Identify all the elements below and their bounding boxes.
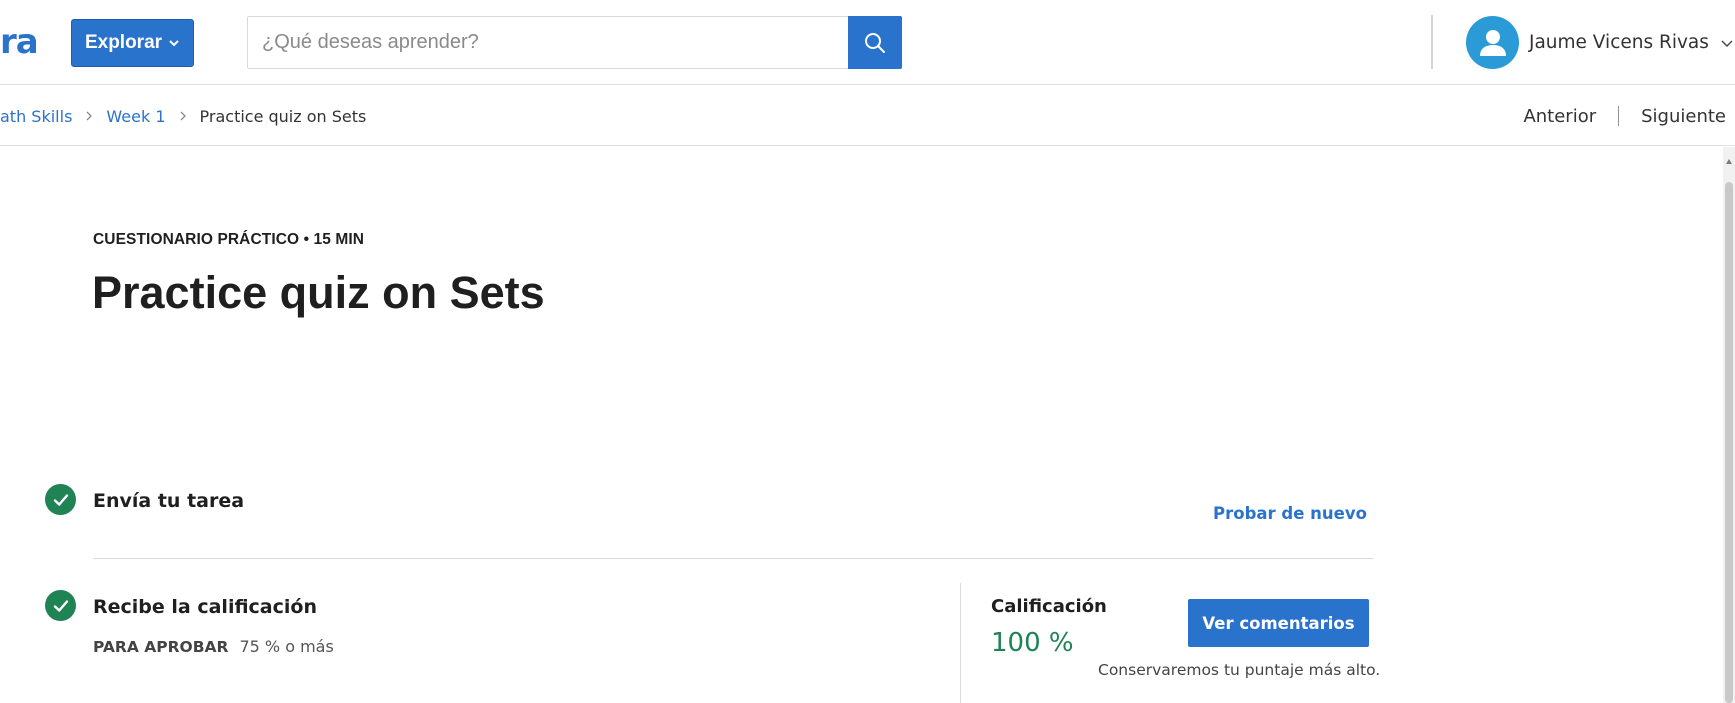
next-link[interactable]: Siguiente [1641, 106, 1726, 127]
pager: Anterior Siguiente [1523, 86, 1726, 146]
search-button[interactable] [848, 16, 902, 69]
top-header: ra Explorar Jaume Vicens Rivas [0, 0, 1735, 85]
grade-label: Calificación [991, 596, 1107, 617]
chevron-down-icon [169, 40, 179, 47]
breadcrumb-course[interactable]: ath Skills [0, 107, 72, 126]
breadcrumb-current: Practice quiz on Sets [199, 106, 367, 126]
user-icon [1479, 29, 1506, 56]
breadcrumb-week[interactable]: Week 1 [106, 107, 165, 126]
chevron-right-icon [180, 111, 186, 121]
breadcrumb-bar: ath Skills Week 1 Practice quiz on Sets … [0, 86, 1735, 146]
avatar[interactable] [1466, 16, 1519, 69]
pass-requirement: PARA APROBAR 75 % o más [93, 637, 334, 656]
search-bar [247, 16, 902, 69]
explore-button[interactable]: Explorar [71, 19, 194, 67]
checkmark-icon [53, 493, 68, 506]
pager-divider [1618, 106, 1620, 126]
previous-link[interactable]: Anterior [1523, 106, 1596, 127]
check-icon [45, 484, 76, 515]
chevron-right-icon [86, 111, 93, 121]
page-title: Practice quiz on Sets [92, 267, 545, 318]
main-content: CUESTIONARIO PRÁCTICO • 15 MIN Practice … [0, 147, 1735, 703]
grade-value: 100 % [991, 628, 1074, 658]
grade-divider [960, 583, 961, 703]
item-kicker: CUESTIONARIO PRÁCTICO • 15 MIN [93, 231, 365, 248]
search-input[interactable] [248, 17, 848, 68]
scroll-up-icon[interactable] [1726, 159, 1732, 164]
checkmark-icon [53, 599, 68, 612]
scroll-thumb[interactable] [1725, 182, 1733, 703]
chevron-down-icon[interactable] [1719, 35, 1735, 51]
pass-value: 75 % o más [239, 637, 334, 656]
pass-label: PARA APROBAR [93, 638, 229, 656]
view-feedback-button[interactable]: Ver comentarios [1188, 599, 1369, 647]
search-icon [865, 32, 885, 53]
section-divider [93, 558, 1373, 559]
highest-score-note: Conservaremos tu puntaje más alto. [1098, 661, 1381, 679]
breadcrumb: ath Skills Week 1 Practice quiz on Sets [0, 86, 366, 146]
submit-step-title: Envía tu tarea [93, 490, 245, 512]
logo[interactable]: ra [0, 22, 39, 62]
scrollbar[interactable] [1723, 147, 1735, 703]
user-menu[interactable]: Jaume Vicens Rivas [1466, 16, 1735, 69]
retry-link[interactable]: Probar de nuevo [1213, 504, 1367, 523]
explore-label: Explorar [84, 32, 163, 53]
check-icon [45, 590, 76, 621]
grade-step-title: Recibe la calificación [93, 596, 317, 618]
header-divider [1431, 15, 1433, 69]
user-name[interactable]: Jaume Vicens Rivas [1529, 32, 1709, 53]
